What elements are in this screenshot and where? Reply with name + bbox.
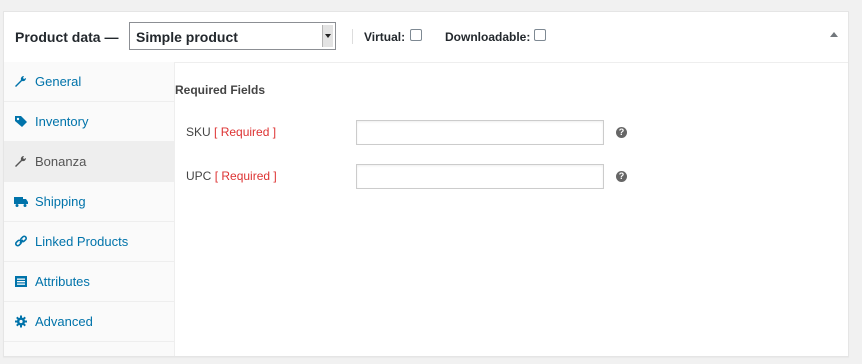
sku-input[interactable]	[356, 120, 604, 145]
list-icon	[15, 276, 27, 287]
tab-shipping[interactable]: Shipping	[4, 182, 174, 222]
tab-label: Attributes	[35, 274, 90, 289]
section-title: Required Fields	[175, 83, 266, 97]
tab-attributes[interactable]: Attributes	[4, 262, 174, 302]
link-icon	[14, 235, 28, 247]
downloadable-label: Downloadable:	[445, 30, 531, 44]
tab-label: Advanced	[35, 314, 93, 329]
product-data-tabs: General Inventory Bonanza Shipping Linke…	[4, 62, 175, 356]
tab-bonanza[interactable]: Bonanza	[4, 142, 174, 182]
help-icon[interactable]: ?	[616, 127, 627, 138]
product-data-panel: Product data — Simple product Virtual: D…	[3, 11, 849, 357]
tag-icon	[15, 116, 27, 127]
gear-icon	[15, 315, 27, 328]
panel-header: Product data — Simple product Virtual: D…	[4, 12, 848, 63]
tab-linked-products[interactable]: Linked Products	[4, 222, 174, 262]
product-type-value: Simple product	[136, 29, 238, 45]
downloadable-checkbox[interactable]	[534, 29, 546, 41]
tab-label: Inventory	[35, 114, 89, 129]
tab-general[interactable]: General	[4, 62, 174, 102]
tab-label: Bonanza	[35, 154, 87, 169]
upc-label: UPC [ Required ]	[186, 169, 277, 183]
wrench-icon	[15, 155, 27, 167]
collapse-toggle-icon[interactable]	[830, 32, 838, 37]
virtual-label: Virtual:	[364, 30, 406, 44]
upc-input[interactable]	[356, 164, 604, 189]
required-marker: [ Required ]	[214, 169, 277, 183]
wrench-icon	[15, 75, 27, 87]
truck-icon	[14, 197, 28, 207]
sku-label: SKU [ Required ]	[186, 125, 277, 139]
tab-label: General	[35, 74, 82, 89]
tab-advanced[interactable]: Advanced	[4, 302, 174, 342]
help-icon[interactable]: ?	[616, 171, 627, 182]
tab-label: Linked Products	[35, 234, 129, 249]
product-type-select[interactable]: Simple product	[129, 22, 336, 50]
tab-inventory[interactable]: Inventory	[4, 102, 174, 142]
chevron-down-icon	[322, 25, 333, 47]
virtual-checkbox[interactable]	[410, 29, 422, 41]
tab-label: Shipping	[35, 194, 86, 209]
bonanza-panel: Required Fields SKU [ Required ] ? UPC […	[174, 62, 848, 356]
header-divider	[352, 29, 353, 44]
panel-title: Product data —	[15, 29, 119, 45]
required-marker: [ Required ]	[214, 125, 277, 139]
